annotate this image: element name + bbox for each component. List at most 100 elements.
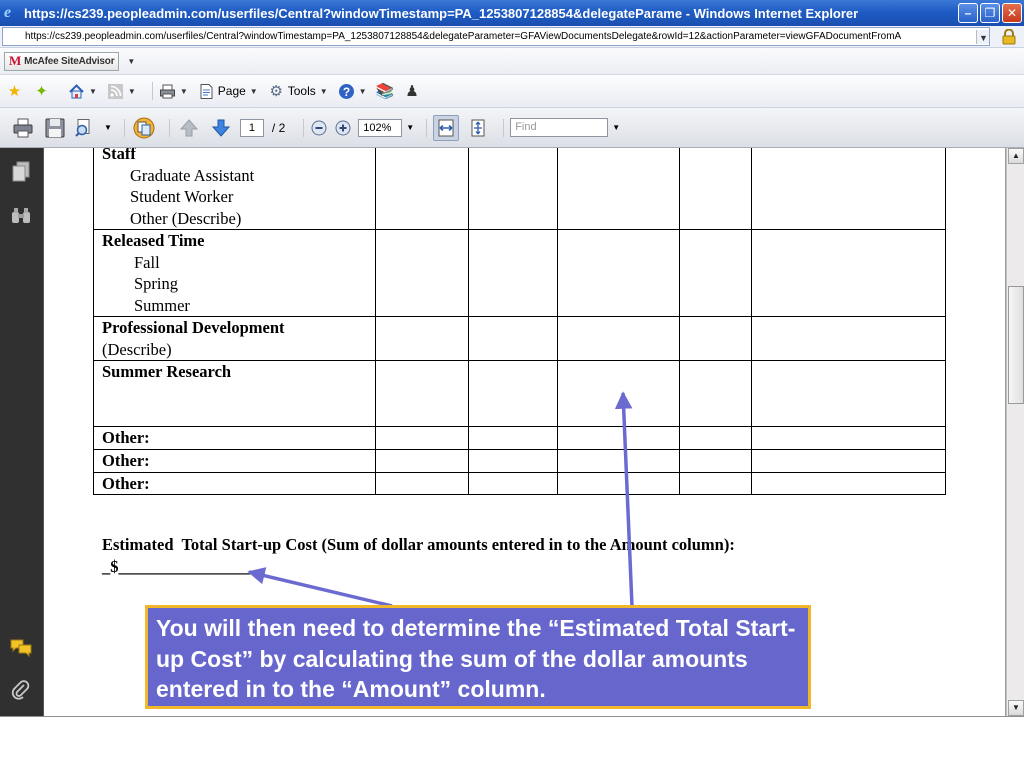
help-icon: ?	[338, 83, 354, 99]
scrollbar-thumb[interactable]	[1008, 286, 1024, 404]
scroll-up-button[interactable]: ▲	[1008, 148, 1024, 164]
pdf-search-button[interactable]	[74, 115, 94, 141]
fit-width-icon	[438, 119, 454, 136]
row-subitem: Student Worker	[130, 187, 234, 206]
printer-icon	[13, 118, 33, 137]
minimize-icon: –	[964, 6, 972, 20]
table-row: Other:	[93, 471, 946, 495]
comments-panel-button[interactable]	[9, 636, 33, 660]
instruction-callout: You will then need to determine the “Est…	[145, 605, 811, 709]
fit-width-button[interactable]	[433, 114, 460, 141]
pdf-print-button[interactable]	[10, 115, 36, 141]
row-heading: Staff	[102, 148, 136, 163]
row-label-cell: Staff Graduate Assistant Student Worker …	[93, 148, 376, 230]
table-cell	[468, 148, 558, 230]
address-url: https://cs239.peopleadmin.com/userfiles/…	[25, 31, 902, 42]
toolbar-separator	[303, 118, 305, 137]
fit-page-button[interactable]	[465, 115, 491, 141]
comments-icon	[10, 639, 32, 658]
zoom-dropdown-icon[interactable]: ▼	[406, 123, 414, 132]
address-dropdown-arrow[interactable]: ▼	[976, 30, 989, 44]
mcafee-label: McAfee SiteAdvisor	[24, 55, 115, 67]
table-cell	[751, 471, 946, 495]
search-document-icon	[75, 118, 90, 137]
pdf-save-button[interactable]	[42, 115, 68, 141]
pdf-navigation-pane	[0, 148, 44, 716]
pdf-collaborate-button[interactable]	[131, 115, 157, 141]
find-input[interactable]: Find	[510, 118, 609, 137]
table-cell	[375, 229, 469, 317]
print-dropdown-icon[interactable]: ▼	[180, 87, 188, 96]
zoom-level-input[interactable]: 102%	[358, 118, 403, 137]
search-panel-button[interactable]	[9, 204, 33, 228]
table-cell	[468, 448, 558, 473]
pages-icon	[12, 161, 30, 182]
table-cell	[751, 229, 946, 317]
table-cell	[751, 316, 946, 361]
command-bar: ★ ✦ ▼ ▼ ▼ Page ▼ ⚙ Tools ▼ ? ▼ 📚 ♟	[0, 75, 1024, 108]
zoom-out-icon	[311, 120, 327, 135]
internet-explorer-icon: e	[4, 4, 12, 21]
table-cell	[468, 471, 558, 495]
research-button[interactable]: 📚	[376, 83, 395, 100]
row-subitem: Spring	[134, 274, 179, 293]
scroll-down-button[interactable]: ▼	[1008, 700, 1024, 716]
page-dropdown-icon[interactable]: ▼	[250, 87, 258, 96]
zoom-in-button[interactable]	[334, 115, 352, 141]
table-cell	[679, 229, 752, 317]
lock-icon[interactable]	[1002, 29, 1016, 45]
toolbar-separator	[151, 82, 153, 100]
rss-feed-icon	[107, 83, 123, 99]
gear-icon: ⚙	[269, 82, 283, 100]
table-cell	[557, 148, 680, 230]
table-cell	[557, 471, 680, 495]
help-button[interactable]: ? ▼	[338, 83, 367, 100]
tools-dropdown-icon[interactable]: ▼	[320, 87, 328, 96]
restore-button[interactable]: ❐	[980, 3, 1000, 23]
print-button[interactable]: ▼	[159, 83, 188, 100]
home-dropdown-icon[interactable]: ▼	[89, 87, 97, 96]
tools-menu[interactable]: ⚙ Tools ▼	[268, 82, 328, 100]
row-label-cell: Other:	[93, 471, 376, 495]
table-cell	[375, 148, 469, 230]
pages-panel-button[interactable]	[9, 160, 33, 184]
mcafee-dropdown-icon[interactable]: ▼	[127, 57, 135, 66]
mcafee-siteadvisor-button[interactable]: M McAfee SiteAdvisor	[4, 51, 120, 71]
search-dropdown-icon[interactable]: ▼	[104, 123, 112, 132]
add-favorites-icon: ✦	[35, 82, 48, 100]
add-favorites-button[interactable]: ✦	[33, 83, 50, 100]
page-number-input[interactable]: 1	[239, 118, 264, 137]
table-cell	[375, 448, 469, 473]
zoom-out-button[interactable]	[310, 115, 328, 141]
table-cell	[557, 316, 680, 361]
row-label-cell: Summer Research	[93, 360, 376, 427]
row-heading: Other:	[102, 473, 150, 493]
table-cell	[375, 316, 469, 361]
close-icon: ✕	[1006, 6, 1018, 20]
favorites-button[interactable]: ★	[6, 83, 23, 100]
binoculars-icon	[12, 208, 30, 223]
table-cell	[468, 316, 558, 361]
feeds-dropdown-icon[interactable]: ▼	[128, 87, 136, 96]
messenger-button[interactable]: ♟	[404, 83, 421, 100]
help-dropdown-icon[interactable]: ▼	[359, 87, 367, 96]
home-button[interactable]: ▼	[68, 83, 97, 100]
fit-page-icon	[471, 119, 485, 136]
save-disk-icon	[45, 118, 65, 137]
next-page-button[interactable]	[208, 115, 234, 141]
page-menu[interactable]: Page ▼	[198, 83, 258, 100]
pdf-document-view[interactable]: Staff Graduate Assistant Student Worker …	[44, 148, 1006, 716]
previous-page-button[interactable]	[176, 115, 202, 141]
feeds-button[interactable]: ▼	[107, 83, 136, 100]
find-dropdown-icon[interactable]: ▼	[612, 123, 620, 132]
table-row: Staff Graduate Assistant Student Worker …	[93, 148, 946, 230]
close-button[interactable]: ✕	[1002, 3, 1022, 23]
vertical-scrollbar[interactable]: ▲ ▼	[1006, 148, 1024, 716]
table-row: Other:	[93, 426, 946, 450]
estimated-total-section: Estimated Total Start-up Cost (Sum of do…	[102, 534, 735, 578]
address-field[interactable]: https://cs239.peopleadmin.com/userfiles/…	[2, 27, 990, 46]
minimize-button[interactable]: –	[958, 3, 978, 23]
attachments-panel-button[interactable]	[9, 678, 33, 702]
restore-icon: ❐	[984, 6, 996, 20]
table-row: Released Time Fall Spring Summer	[93, 229, 946, 317]
